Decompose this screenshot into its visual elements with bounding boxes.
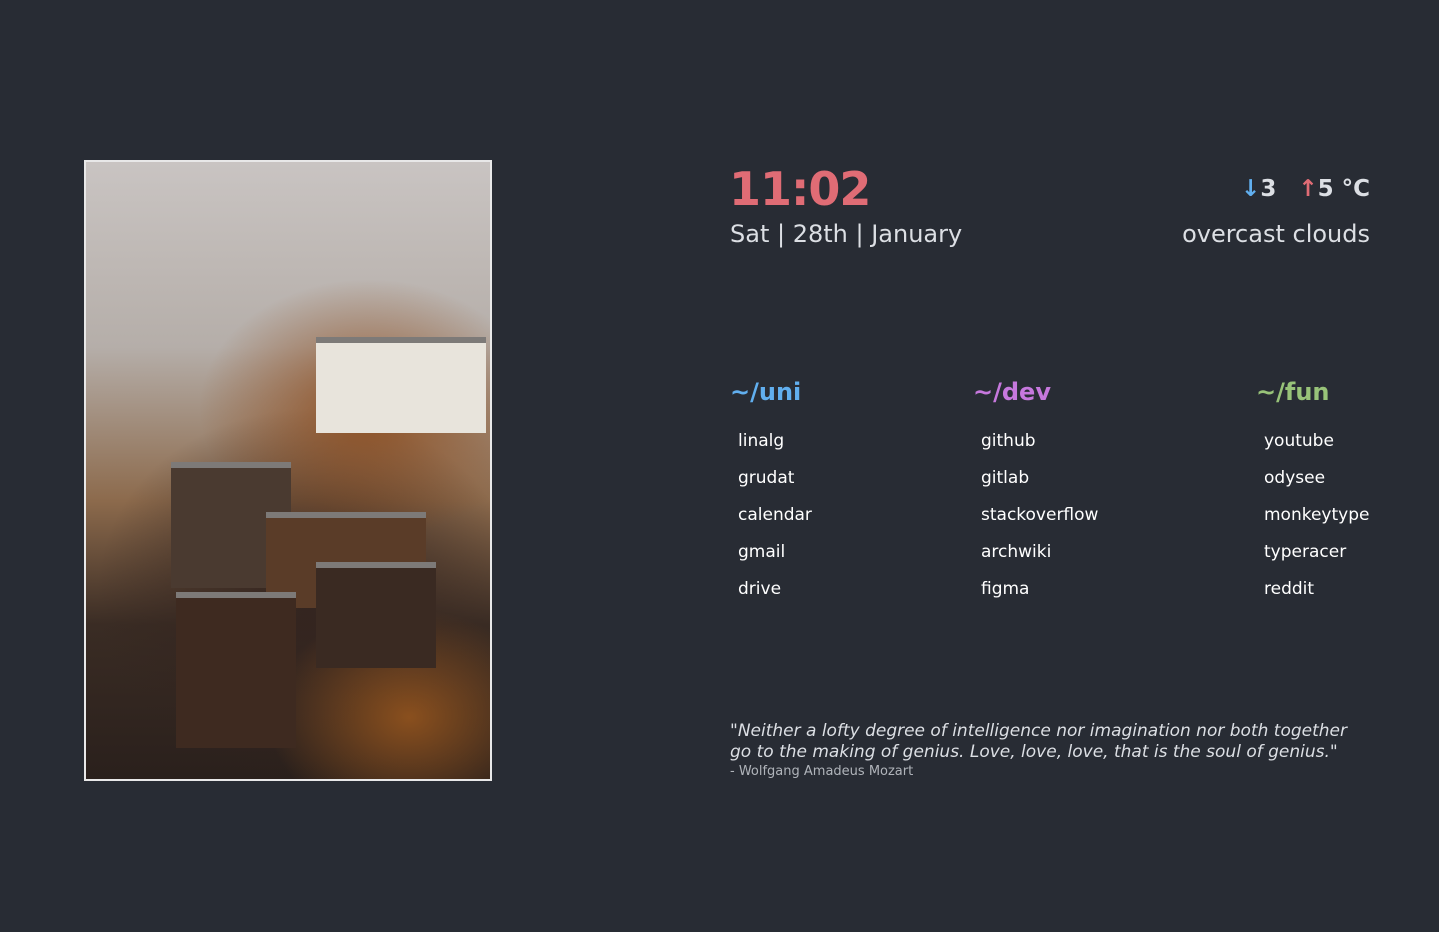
bookmark-link[interactable]: calendar (738, 500, 812, 537)
bookmark-link[interactable]: archwiki (981, 537, 1098, 574)
house-shape (316, 562, 436, 668)
quote-text: "Neither a lofty degree of intelligence … (730, 721, 1347, 762)
bookmark-link[interactable]: reddit (1264, 574, 1369, 611)
bookmark-link[interactable]: gitlab (981, 463, 1098, 500)
bookmark-link[interactable]: monkeytype (1264, 500, 1369, 537)
temp-low: 3 (1260, 176, 1277, 202)
quote-author: - Wolfgang Amadeus Mozart (730, 764, 914, 779)
bookmark-link[interactable]: gmail (738, 537, 812, 574)
column-title: ~/uni (730, 378, 802, 406)
bookmark-link[interactable]: typeracer (1264, 537, 1369, 574)
bookmark-link[interactable]: stackoverflow (981, 500, 1098, 537)
bookmark-link[interactable]: drive (738, 574, 812, 611)
bookmark-link[interactable]: github (981, 426, 1098, 463)
bookmark-link[interactable]: figma (981, 574, 1098, 611)
house-shape (176, 592, 296, 748)
village-photo (84, 160, 492, 781)
temp-high: 5 °C (1317, 176, 1370, 202)
house-shape (316, 337, 486, 433)
bookmark-link[interactable]: linalg (738, 426, 812, 463)
clock-time: 11:02 (729, 162, 871, 216)
bookmark-link[interactable]: odysee (1264, 463, 1369, 500)
bookmark-column: ~/dev github gitlab stackoverflow archwiki fi… (973, 378, 1098, 611)
arrow-up-icon: ↑ (1298, 176, 1318, 202)
bookmark-link[interactable]: youtube (1264, 426, 1369, 463)
bookmark-column: ~/fun youtube odysee monkeytype typeracer red… (1256, 378, 1369, 611)
bookmark-link[interactable]: grudat (738, 463, 812, 500)
bookmark-column: ~/uni linalg grudat calendar gmail drive (730, 378, 812, 611)
clock-date: Sat | 28th | January (730, 220, 963, 248)
column-title: ~/fun (1256, 378, 1330, 406)
weather-description: overcast clouds (1182, 220, 1370, 248)
column-title: ~/dev (973, 378, 1051, 406)
arrow-down-icon: ↓ (1241, 176, 1261, 202)
weather-temps: ↓3 ↑5 °C (1241, 176, 1370, 202)
